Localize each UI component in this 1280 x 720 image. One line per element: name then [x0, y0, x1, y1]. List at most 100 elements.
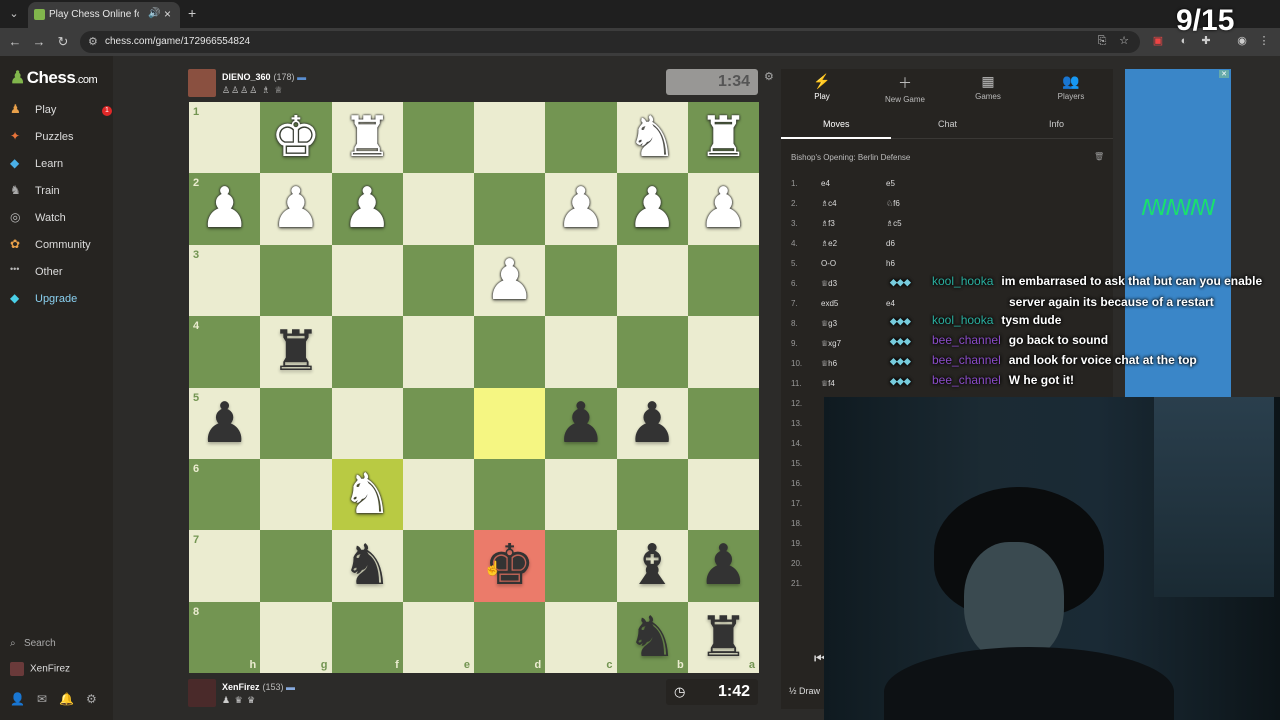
white-move[interactable]: ♕f4 [821, 379, 835, 388]
white-pawn-icon[interactable]: ♟ [617, 173, 688, 244]
square-d6[interactable] [474, 458, 546, 531]
sidebar-search[interactable]: ⌕ Search [10, 638, 56, 649]
white-move[interactable]: ♕d3 [821, 279, 837, 288]
white-rook-icon[interactable]: ♜ [688, 102, 759, 173]
square-h4[interactable]: 4 [189, 316, 261, 388]
white-pawn-icon[interactable]: ♟ [545, 173, 616, 244]
white-pawn-icon[interactable]: ♟ [474, 245, 545, 316]
friends-icon[interactable]: 👤 [10, 692, 25, 706]
square-g8[interactable]: g [260, 601, 332, 674]
square-c1[interactable] [545, 102, 617, 174]
square-e2[interactable] [402, 173, 474, 245]
square-a4[interactable] [687, 316, 759, 388]
square-a5[interactable] [687, 387, 759, 459]
white-rook-icon[interactable]: ♜ [332, 102, 403, 173]
square-f1[interactable]: ♜ [331, 102, 403, 174]
menu-dots-icon[interactable]: ⋮ [1256, 33, 1272, 49]
white-move[interactable]: O-O [821, 259, 836, 268]
square-a6[interactable] [687, 458, 759, 531]
trash-icon[interactable]: 🗑 [1094, 152, 1104, 161]
black-move[interactable]: h6 [886, 259, 895, 268]
square-a8[interactable]: a ♜ [687, 601, 759, 674]
tab-play[interactable]: ⚡ Play [787, 73, 857, 101]
square-d5[interactable] [474, 387, 546, 459]
square-h3[interactable]: 3 [189, 244, 261, 317]
opponent-name[interactable]: DIENO_360 (178) ▬ [222, 72, 306, 82]
forward-icon[interactable]: → [30, 33, 48, 51]
square-c6[interactable] [545, 458, 617, 531]
black-pawn-icon[interactable]: ♟ [189, 388, 260, 459]
square-b4[interactable] [616, 316, 688, 388]
black-move[interactable]: ♗c5 [886, 219, 902, 228]
white-move[interactable]: exd5 [821, 299, 838, 308]
white-move[interactable]: ♗f3 [821, 219, 835, 228]
square-a3[interactable] [687, 244, 759, 317]
back-icon[interactable]: ← [6, 33, 24, 51]
square-g5[interactable] [260, 387, 332, 459]
board-settings-icon[interactable]: ⚙ [764, 70, 774, 83]
square-e7[interactable] [402, 530, 474, 602]
white-pawn-icon[interactable]: ♟ [688, 173, 759, 244]
square-f7[interactable]: ♞ [331, 530, 403, 602]
tab-players[interactable]: 👥 Players [1036, 73, 1106, 101]
reload-icon[interactable]: ↻ [54, 33, 72, 51]
bookmark-star-icon[interactable]: ☆ [1116, 33, 1132, 49]
sidebar-item-upgrade[interactable]: ◆ Upgrade [10, 290, 110, 310]
player-name[interactable]: XenFirez (153) ▬ [222, 682, 295, 692]
square-a2[interactable]: ♟ [687, 173, 759, 245]
ad-banner[interactable]: ✕ ꟿꟿꟿ [1125, 69, 1231, 399]
settings-gear-icon[interactable]: ⚙ [86, 692, 97, 706]
square-e4[interactable] [402, 316, 474, 388]
mail-icon[interactable]: ✉ [37, 692, 47, 706]
square-c2[interactable]: ♟ [545, 173, 617, 245]
chess-board[interactable]: 1 ♚ ♜ ♞ ♜ 2 ♟ ♟ ♟ ♟ ♟ ♟ 3 ♟ 4 ♜ 5 ♟ ♟ ♟ 6 ♞ 7 ♞ ♚ ♝ ♟ 8 h g f e d c b ♞ a ♜ [189, 102, 759, 674]
square-d2[interactable] [474, 173, 546, 245]
sidebar-item-puzzles[interactable]: ✦ Puzzles [10, 128, 110, 148]
square-b5[interactable]: ♟ [616, 387, 688, 459]
white-move[interactable]: ♕xg7 [821, 339, 841, 348]
square-d8[interactable]: d [474, 601, 546, 674]
square-h1[interactable]: 1 [189, 102, 261, 174]
black-rook-icon[interactable]: ♜ [260, 316, 331, 387]
square-b7[interactable]: ♝ [616, 530, 688, 602]
square-g6[interactable] [260, 458, 332, 531]
sidebar-item-play[interactable]: ♟ Play 1 [10, 101, 112, 121]
square-c4[interactable] [545, 316, 617, 388]
sidebar-item-other[interactable]: ••• Other [10, 263, 110, 283]
white-move[interactable]: ♕h6 [821, 359, 837, 368]
square-e1[interactable] [402, 102, 474, 174]
tab-games[interactable]: ▦ Games [953, 73, 1023, 101]
ad-close-icon[interactable]: ✕ [1219, 70, 1229, 78]
square-d4[interactable] [474, 316, 546, 388]
square-c8[interactable]: c [545, 601, 617, 674]
square-h6[interactable]: 6 [189, 458, 261, 531]
opponent-avatar[interactable] [188, 69, 216, 97]
tab-new-game[interactable]: ＋ New Game [870, 73, 940, 104]
black-move[interactable]: e5 [886, 179, 895, 188]
square-a7[interactable]: ♟ [687, 530, 759, 602]
square-f4[interactable] [331, 316, 403, 388]
black-move[interactable]: e4 [886, 299, 895, 308]
square-h5[interactable]: 5 ♟ [189, 387, 261, 459]
black-pawn-icon[interactable]: ♟ [688, 530, 759, 601]
square-c3[interactable] [545, 244, 617, 317]
square-d3[interactable]: ♟ [474, 244, 546, 317]
black-pawn-icon[interactable]: ♟ [545, 388, 616, 459]
square-g2[interactable]: ♟ [260, 173, 332, 245]
sidebar-item-community[interactable]: ✿ Community [10, 236, 110, 256]
square-h8[interactable]: 8h [189, 601, 261, 674]
square-f5[interactable] [331, 387, 403, 459]
profile-icon[interactable]: ◉ [1234, 33, 1250, 49]
square-g7[interactable] [260, 530, 332, 602]
site-info-icon[interactable]: ⚙ [88, 35, 98, 48]
square-c7[interactable] [545, 530, 617, 602]
black-knight-icon[interactable]: ♞ [332, 530, 403, 601]
tab-chat[interactable]: Chat [938, 119, 957, 129]
square-f8[interactable]: f [331, 601, 403, 674]
black-pawn-icon[interactable]: ♟ [617, 388, 688, 459]
black-move[interactable]: d6 [886, 239, 895, 248]
black-knight-icon[interactable]: ♞ [617, 602, 688, 673]
square-h2[interactable]: 2 ♟ [189, 173, 261, 245]
square-f6[interactable]: ♞ [331, 458, 403, 531]
black-rook-icon[interactable]: ♜ [688, 602, 759, 673]
